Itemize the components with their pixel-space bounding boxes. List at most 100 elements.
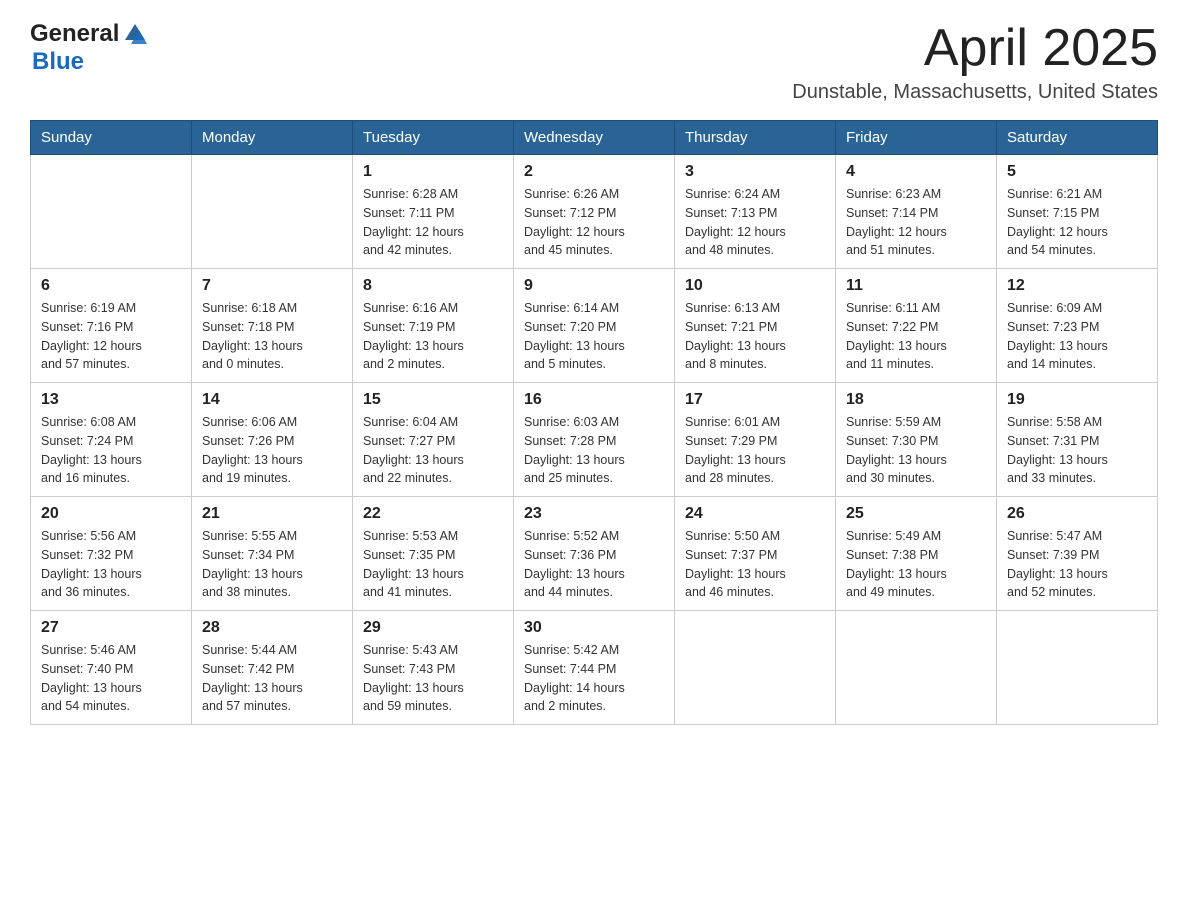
calendar-week-row: 27 Sunrise: 5:46 AM Sunset: 7:40 PM Dayli…: [31, 611, 1158, 725]
day-header-thursday: Thursday: [675, 121, 836, 155]
day-info: Sunrise: 6:08 AM Sunset: 7:24 PM Dayligh…: [41, 413, 181, 488]
day-number: 23: [524, 505, 664, 523]
day-header-sunday: Sunday: [31, 121, 192, 155]
day-info: Sunrise: 5:59 AM Sunset: 7:30 PM Dayligh…: [846, 413, 986, 488]
calendar-cell: 5 Sunrise: 6:21 AM Sunset: 7:15 PM Daylig…: [997, 155, 1158, 269]
calendar-cell: 19Sunrise: 5:58 AM Sunset: 7:31 PM Dayli…: [997, 383, 1158, 497]
calendar-cell: 8 Sunrise: 6:16 AM Sunset: 7:19 PM Daylig…: [353, 269, 514, 383]
day-header-monday: Monday: [192, 121, 353, 155]
day-number: 30: [524, 619, 664, 637]
day-number: 14: [202, 391, 342, 409]
day-info: Sunrise: 6:18 AM Sunset: 7:18 PM Dayligh…: [202, 299, 342, 374]
day-info: Sunrise: 5:58 AM Sunset: 7:31 PM Dayligh…: [1007, 413, 1147, 488]
day-number: 2: [524, 163, 664, 181]
day-number: 20: [41, 505, 181, 523]
calendar-cell: [836, 611, 997, 725]
calendar-cell: 23 Sunrise: 5:52 AM Sunset: 7:36 PM Dayli…: [514, 497, 675, 611]
day-info: Sunrise: 6:03 AM Sunset: 7:28 PM Dayligh…: [524, 413, 664, 488]
day-info: Sunrise: 5:55 AM Sunset: 7:34 PM Dayligh…: [202, 527, 342, 602]
page-header: General Blue April 2025 Dunstable, Massa…: [30, 20, 1158, 104]
day-info: Sunrise: 6:21 AM Sunset: 7:15 PM Dayligh…: [1007, 185, 1147, 260]
day-info: Sunrise: 6:09 AM Sunset: 7:23 PM Dayligh…: [1007, 299, 1147, 374]
day-number: 9: [524, 277, 664, 295]
day-number: 28: [202, 619, 342, 637]
calendar-cell: 2 Sunrise: 6:26 AM Sunset: 7:12 PM Daylig…: [514, 155, 675, 269]
calendar-week-row: 6Sunrise: 6:19 AM Sunset: 7:16 PM Daylig…: [31, 269, 1158, 383]
calendar-cell: 22 Sunrise: 5:53 AM Sunset: 7:35 PM Dayli…: [353, 497, 514, 611]
day-info: Sunrise: 6:01 AM Sunset: 7:29 PM Dayligh…: [685, 413, 825, 488]
calendar-cell: 7Sunrise: 6:18 AM Sunset: 7:18 PM Daylig…: [192, 269, 353, 383]
calendar-cell: 27 Sunrise: 5:46 AM Sunset: 7:40 PM Dayli…: [31, 611, 192, 725]
logo-icon: [121, 20, 149, 48]
day-info: Sunrise: 6:26 AM Sunset: 7:12 PM Dayligh…: [524, 185, 664, 260]
calendar-cell: 6Sunrise: 6:19 AM Sunset: 7:16 PM Daylig…: [31, 269, 192, 383]
calendar-week-row: 20 Sunrise: 5:56 AM Sunset: 7:32 PM Dayli…: [31, 497, 1158, 611]
day-number: 29: [363, 619, 503, 637]
calendar-header-row: SundayMondayTuesdayWednesdayThursdayFrid…: [31, 121, 1158, 155]
day-info: Sunrise: 6:16 AM Sunset: 7:19 PM Dayligh…: [363, 299, 503, 374]
calendar-cell: 30 Sunrise: 5:42 AM Sunset: 7:44 PM Dayli…: [514, 611, 675, 725]
day-info: Sunrise: 5:42 AM Sunset: 7:44 PM Dayligh…: [524, 641, 664, 716]
day-info: Sunrise: 6:28 AM Sunset: 7:11 PM Dayligh…: [363, 185, 503, 260]
day-info: Sunrise: 6:14 AM Sunset: 7:20 PM Dayligh…: [524, 299, 664, 374]
day-number: 15: [363, 391, 503, 409]
logo-general-text: General: [30, 20, 119, 48]
calendar-cell: 24Sunrise: 5:50 AM Sunset: 7:37 PM Dayli…: [675, 497, 836, 611]
day-number: 8: [363, 277, 503, 295]
calendar-cell: 26 Sunrise: 5:47 AM Sunset: 7:39 PM Dayli…: [997, 497, 1158, 611]
day-number: 22: [363, 505, 503, 523]
day-number: 3: [685, 163, 825, 181]
day-number: 26: [1007, 505, 1147, 523]
calendar-cell: [192, 155, 353, 269]
month-title: April 2025: [792, 20, 1158, 77]
calendar-cell: 16Sunrise: 6:03 AM Sunset: 7:28 PM Dayli…: [514, 383, 675, 497]
calendar-cell: 1 Sunrise: 6:28 AM Sunset: 7:11 PM Daylig…: [353, 155, 514, 269]
day-number: 13: [41, 391, 181, 409]
day-info: Sunrise: 5:49 AM Sunset: 7:38 PM Dayligh…: [846, 527, 986, 602]
day-header-saturday: Saturday: [997, 121, 1158, 155]
calendar-cell: 12 Sunrise: 6:09 AM Sunset: 7:23 PM Dayli…: [997, 269, 1158, 383]
calendar-cell: 13 Sunrise: 6:08 AM Sunset: 7:24 PM Dayli…: [31, 383, 192, 497]
day-number: 10: [685, 277, 825, 295]
calendar-cell: [31, 155, 192, 269]
location-title: Dunstable, Massachusetts, United States: [792, 81, 1158, 104]
day-number: 6: [41, 277, 181, 295]
day-number: 12: [1007, 277, 1147, 295]
day-info: Sunrise: 5:47 AM Sunset: 7:39 PM Dayligh…: [1007, 527, 1147, 602]
day-info: Sunrise: 5:53 AM Sunset: 7:35 PM Dayligh…: [363, 527, 503, 602]
day-info: Sunrise: 6:06 AM Sunset: 7:26 PM Dayligh…: [202, 413, 342, 488]
day-info: Sunrise: 5:52 AM Sunset: 7:36 PM Dayligh…: [524, 527, 664, 602]
day-number: 11: [846, 277, 986, 295]
day-info: Sunrise: 5:44 AM Sunset: 7:42 PM Dayligh…: [202, 641, 342, 716]
calendar-cell: [997, 611, 1158, 725]
calendar-cell: 18 Sunrise: 5:59 AM Sunset: 7:30 PM Dayli…: [836, 383, 997, 497]
day-info: Sunrise: 6:04 AM Sunset: 7:27 PM Dayligh…: [363, 413, 503, 488]
logo: General Blue: [30, 20, 151, 76]
day-number: 25: [846, 505, 986, 523]
day-info: Sunrise: 6:13 AM Sunset: 7:21 PM Dayligh…: [685, 299, 825, 374]
day-info: Sunrise: 5:50 AM Sunset: 7:37 PM Dayligh…: [685, 527, 825, 602]
calendar-cell: [675, 611, 836, 725]
calendar-cell: 10 Sunrise: 6:13 AM Sunset: 7:21 PM Dayli…: [675, 269, 836, 383]
calendar-week-row: 1 Sunrise: 6:28 AM Sunset: 7:11 PM Daylig…: [31, 155, 1158, 269]
day-info: Sunrise: 5:46 AM Sunset: 7:40 PM Dayligh…: [41, 641, 181, 716]
day-number: 18: [846, 391, 986, 409]
calendar-table: SundayMondayTuesdayWednesdayThursdayFrid…: [30, 120, 1158, 725]
title-area: April 2025 Dunstable, Massachusetts, Uni…: [792, 20, 1158, 104]
day-number: 17: [685, 391, 825, 409]
logo-blue-text: Blue: [32, 48, 84, 75]
day-info: Sunrise: 6:23 AM Sunset: 7:14 PM Dayligh…: [846, 185, 986, 260]
day-number: 1: [363, 163, 503, 181]
day-header-tuesday: Tuesday: [353, 121, 514, 155]
day-header-wednesday: Wednesday: [514, 121, 675, 155]
calendar-cell: 14 Sunrise: 6:06 AM Sunset: 7:26 PM Dayli…: [192, 383, 353, 497]
calendar-cell: 29Sunrise: 5:43 AM Sunset: 7:43 PM Dayli…: [353, 611, 514, 725]
day-number: 5: [1007, 163, 1147, 181]
day-number: 27: [41, 619, 181, 637]
calendar-cell: 11Sunrise: 6:11 AM Sunset: 7:22 PM Dayli…: [836, 269, 997, 383]
day-info: Sunrise: 5:56 AM Sunset: 7:32 PM Dayligh…: [41, 527, 181, 602]
day-number: 4: [846, 163, 986, 181]
calendar-cell: 20 Sunrise: 5:56 AM Sunset: 7:32 PM Dayli…: [31, 497, 192, 611]
calendar-cell: 4 Sunrise: 6:23 AM Sunset: 7:14 PM Daylig…: [836, 155, 997, 269]
day-number: 21: [202, 505, 342, 523]
